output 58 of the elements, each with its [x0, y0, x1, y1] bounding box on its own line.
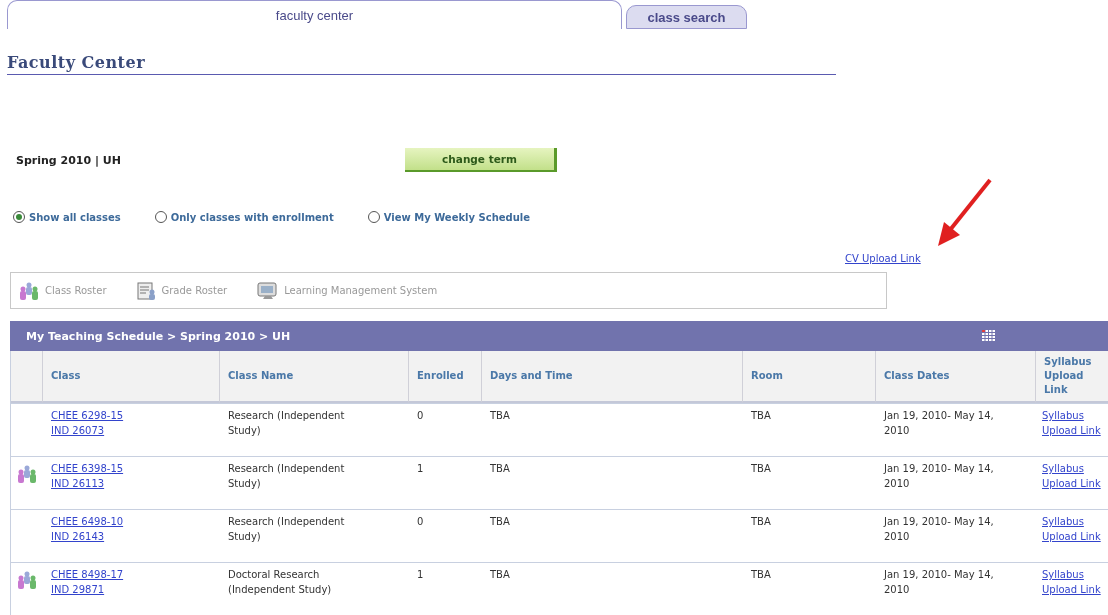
class-link[interactable]: IND 26143 — [51, 529, 105, 544]
radio-button[interactable] — [367, 211, 380, 223]
class-link[interactable]: CHEE 6498-10 — [51, 514, 124, 529]
change-term-button[interactable]: change term — [405, 148, 557, 172]
class-link[interactable]: CHEE 6398-15 — [51, 461, 124, 476]
class-dates: Jan 19, 2010- May 14, 2010 — [884, 462, 994, 491]
class-name: Doctoral Research (Independent Study) — [228, 568, 333, 597]
radio-label[interactable]: Show all classes — [29, 211, 121, 223]
syllabus-upload-link[interactable]: Syllabus Upload Link — [1042, 461, 1108, 491]
class-link[interactable]: IND 29871 — [51, 582, 105, 597]
class-name: Research (Independent Study) — [228, 409, 346, 438]
syllabus-upload-link[interactable]: Syllabus Upload Link — [1042, 567, 1108, 597]
days-time: TBA — [490, 462, 510, 476]
people-icon — [16, 465, 38, 483]
term-label: Spring 2010 | UH — [16, 153, 122, 167]
tab[interactable]: class search — [626, 5, 747, 29]
monitor-icon — [257, 281, 280, 300]
people-icon — [18, 281, 40, 300]
class-dates: Jan 19, 2010- May 14, 2010 — [884, 515, 994, 544]
enrolled-count: 1 — [417, 568, 424, 582]
class-link[interactable]: CHEE 8498-17 — [51, 567, 124, 582]
tab[interactable]: faculty center — [7, 0, 622, 29]
days-time: TBA — [490, 515, 510, 529]
radio-label[interactable]: View My Weekly Schedule — [383, 211, 530, 223]
page-title: Faculty Center — [7, 53, 836, 75]
radio-label[interactable]: Only classes with enrollment — [170, 211, 334, 223]
class-dates: Jan 19, 2010- May 14, 2010 — [884, 409, 994, 438]
syllabus-upload-link[interactable]: Syllabus Upload Link — [1042, 408, 1108, 438]
column-header: Enrolled — [409, 351, 482, 403]
class-link[interactable]: IND 26073 — [51, 423, 105, 438]
enrolled-count: 1 — [417, 462, 424, 476]
syllabus-upload-link[interactable]: Syllabus Upload Link — [1042, 514, 1108, 544]
grade-sheet-icon — [136, 281, 157, 300]
room: TBA — [751, 409, 771, 423]
enrolled-count: 0 — [417, 515, 424, 529]
room: TBA — [751, 515, 771, 529]
class-link[interactable]: IND 26113 — [51, 476, 105, 491]
days-time: TBA — [490, 568, 510, 582]
column-header: Class Name — [220, 351, 409, 403]
class-link[interactable]: CHEE 6298-15 — [51, 408, 124, 423]
column-header: Class — [43, 351, 220, 403]
room: TBA — [751, 568, 771, 582]
days-time: TBA — [490, 409, 510, 423]
table-title-bar: My Teaching Schedule > Spring 2010 > UH — [10, 321, 1108, 351]
column-header: Syllabus Upload Link — [1036, 351, 1108, 403]
room: TBA — [751, 462, 771, 476]
column-header: Class Dates — [876, 351, 1036, 403]
class-name: Research (Independent Study) — [228, 462, 346, 491]
radio-button[interactable] — [13, 211, 25, 223]
class-dates: Jan 19, 2010- May 14, 2010 — [884, 568, 994, 597]
enrolled-count: 0 — [417, 409, 424, 423]
grid-icon[interactable] — [982, 330, 996, 342]
radio-button[interactable] — [154, 211, 167, 223]
cv-upload-link[interactable]: CV Upload Link — [845, 253, 921, 264]
column-header: Room — [743, 351, 876, 403]
column-header: Days and Time — [482, 351, 743, 403]
people-icon — [16, 571, 38, 589]
class-name: Research (Independent Study) — [228, 515, 346, 544]
